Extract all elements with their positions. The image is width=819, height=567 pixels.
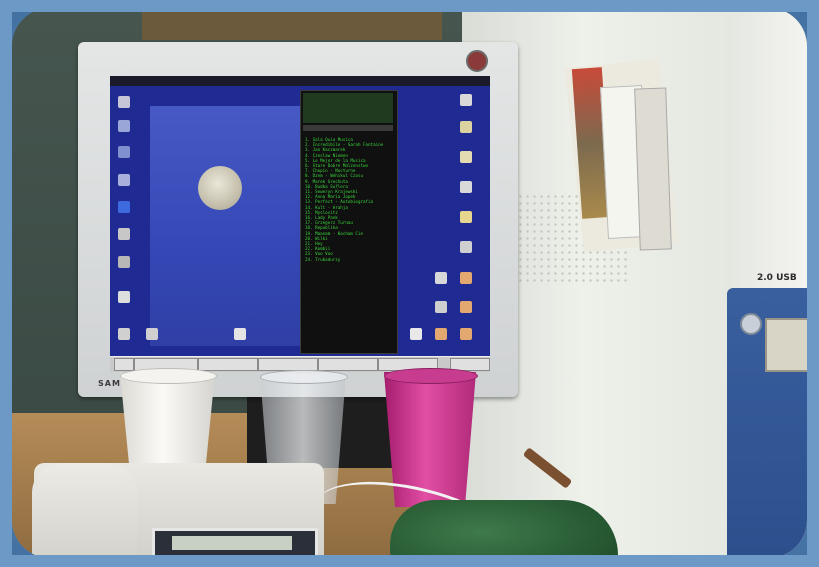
desktop-icon <box>118 120 130 132</box>
photo-scene: 2.0 USB SAMSUNG <box>0 0 819 567</box>
cup-rim <box>260 370 348 384</box>
desktop-icon <box>118 201 130 213</box>
taskbar-button <box>318 358 378 371</box>
desktop-icon <box>146 328 158 340</box>
monitor-screen: 1. Sala Quia Musica 2. Incredibile - Sara… <box>110 76 490 372</box>
screen-top-bar <box>110 76 490 86</box>
desktop-icon <box>435 272 447 284</box>
shelf <box>142 8 442 40</box>
desktop-icon <box>460 241 472 253</box>
desktop-icon <box>118 328 130 340</box>
desktop-icon <box>460 328 472 340</box>
desktop-icon <box>460 181 472 193</box>
telephone-lcd <box>172 536 292 550</box>
cup-rim <box>120 368 217 384</box>
grey-card <box>634 87 672 251</box>
desktop-icon <box>118 256 130 268</box>
telephone-handset <box>32 463 137 558</box>
desktop-icon <box>460 272 472 284</box>
desktop-icon <box>460 94 472 106</box>
moon <box>198 166 242 210</box>
folder-icon <box>460 121 472 133</box>
power-button <box>740 313 762 335</box>
desktop-icon <box>234 328 246 340</box>
green-mouse-pad <box>390 500 618 558</box>
player-display <box>303 93 393 123</box>
desktop-icon <box>460 301 472 313</box>
playlist: 1. Sala Quia Musica 2. Incredibile - Sara… <box>305 137 391 337</box>
desktop-icon <box>410 328 422 340</box>
folder-icon <box>460 151 472 163</box>
desktop-icon <box>118 146 130 158</box>
photo-frame: 2.0 USB SAMSUNG <box>12 8 807 558</box>
folder-icon <box>460 211 472 223</box>
desktop-icon <box>118 228 130 240</box>
monitor-logo-badge <box>466 50 488 72</box>
lcd-monitor: SAMSUNG <box>78 42 518 397</box>
cup-rim <box>384 368 478 384</box>
playlist-track: 24. Trubadurzy <box>305 256 341 262</box>
desktop-icon <box>435 301 447 313</box>
desktop-icon <box>118 291 130 303</box>
media-player-window: 1. Sala Quia Musica 2. Incredibile - Sara… <box>300 90 398 354</box>
moon-wallpaper <box>150 106 302 346</box>
disk-drive <box>765 318 807 372</box>
player-controls <box>303 125 393 131</box>
desktop-icon <box>435 328 447 340</box>
desktop-icon <box>118 96 130 108</box>
start-button <box>114 358 134 371</box>
taskbar-button <box>198 358 258 371</box>
usb-label: 2.0 USB <box>757 273 797 283</box>
desktop-icon <box>118 174 130 186</box>
